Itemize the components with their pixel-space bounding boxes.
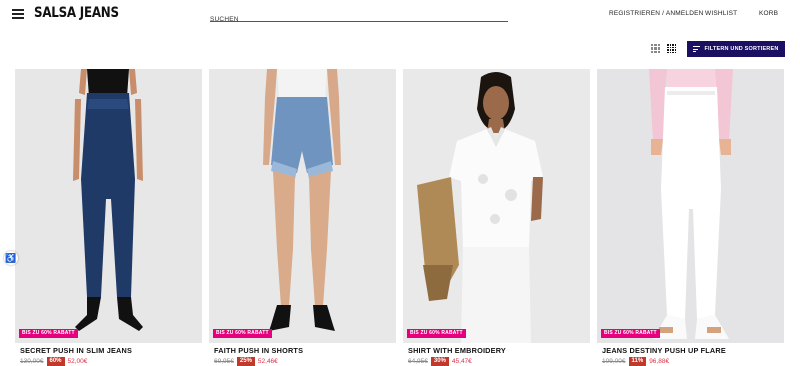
product-card[interactable]: BIS ZU 60% RABATT SECRET PUSH IN SLIM JE… xyxy=(15,69,202,366)
denim-shorts-image xyxy=(209,69,396,343)
sale-price: 96,88€ xyxy=(649,358,670,365)
site-header: SALSA JEANS REGISTRIEREN / ANMELDEN WISH… xyxy=(0,0,800,30)
white-flare-jeans-image xyxy=(597,69,784,343)
product-name[interactable]: SHIRT WITH EMBROIDERY xyxy=(408,346,506,355)
grid-4-columns-icon[interactable] xyxy=(667,44,676,53)
register-login-link[interactable]: REGISTRIEREN / ANMELDEN xyxy=(609,10,704,17)
promo-badge: BIS ZU 60% RABATT xyxy=(407,329,466,338)
product-image[interactable] xyxy=(209,69,396,343)
original-price: 130,00€ xyxy=(20,358,44,365)
search-bar[interactable] xyxy=(210,8,508,26)
product-prices: 109,00€ 11% 96,88€ xyxy=(602,357,669,366)
original-price: 69,95€ xyxy=(214,358,234,365)
filter-sort-label: FILTERN UND SORTIEREN xyxy=(704,46,779,52)
dark-blue-slim-jeans-image xyxy=(15,69,202,343)
promo-badge: BIS ZU 60% RABATT xyxy=(601,329,660,338)
sale-price: 52,46€ xyxy=(257,358,278,365)
sale-price: 52,00€ xyxy=(67,358,88,365)
discount-badge: 30% xyxy=(430,357,449,366)
filter-icon xyxy=(693,46,701,52)
product-image[interactable] xyxy=(597,69,784,343)
product-prices: 69,95€ 25% 52,46€ xyxy=(214,357,278,366)
product-card[interactable]: BIS ZU 60% RABATT SHIRT WITH EMBROIDERY … xyxy=(403,69,590,366)
search-input[interactable] xyxy=(210,13,508,26)
product-card[interactable]: BIS ZU 60% RABATT JEANS DESTINY PUSH UP … xyxy=(597,69,784,366)
original-price: 64,95€ xyxy=(408,358,428,365)
wishlist-link[interactable]: WISHLIST xyxy=(705,10,737,17)
white-embroidered-shirt-image xyxy=(403,69,590,343)
product-card[interactable]: BIS ZU 60% RABATT FAITH PUSH IN SHORTS 6… xyxy=(209,69,396,366)
promo-badge: BIS ZU 60% RABATT xyxy=(213,329,272,338)
cart-link[interactable]: KORB xyxy=(759,10,778,17)
grid-3-columns-icon[interactable] xyxy=(651,44,660,53)
product-name[interactable]: FAITH PUSH IN SHORTS xyxy=(214,346,303,355)
brand-logo[interactable]: SALSA JEANS xyxy=(34,5,119,21)
discount-badge: 25% xyxy=(236,357,255,366)
sale-price: 45,47€ xyxy=(451,358,472,365)
filter-sort-button[interactable]: FILTERN UND SORTIEREN xyxy=(687,41,785,57)
product-prices: 64,95€ 30% 45,47€ xyxy=(408,357,472,366)
product-image[interactable] xyxy=(403,69,590,343)
promo-badge: BIS ZU 60% RABATT xyxy=(19,329,78,338)
product-name[interactable]: JEANS DESTINY PUSH UP FLARE xyxy=(602,346,726,355)
product-image[interactable] xyxy=(15,69,202,343)
product-name[interactable]: SECRET PUSH IN SLIM JEANS xyxy=(20,346,132,355)
product-prices: 130,00€ 60% 52,00€ xyxy=(20,357,87,366)
discount-badge: 60% xyxy=(46,357,65,366)
original-price: 109,00€ xyxy=(602,358,626,365)
accessibility-icon[interactable]: ♿ xyxy=(4,251,18,265)
discount-badge: 11% xyxy=(628,357,647,366)
menu-icon[interactable] xyxy=(12,9,24,19)
